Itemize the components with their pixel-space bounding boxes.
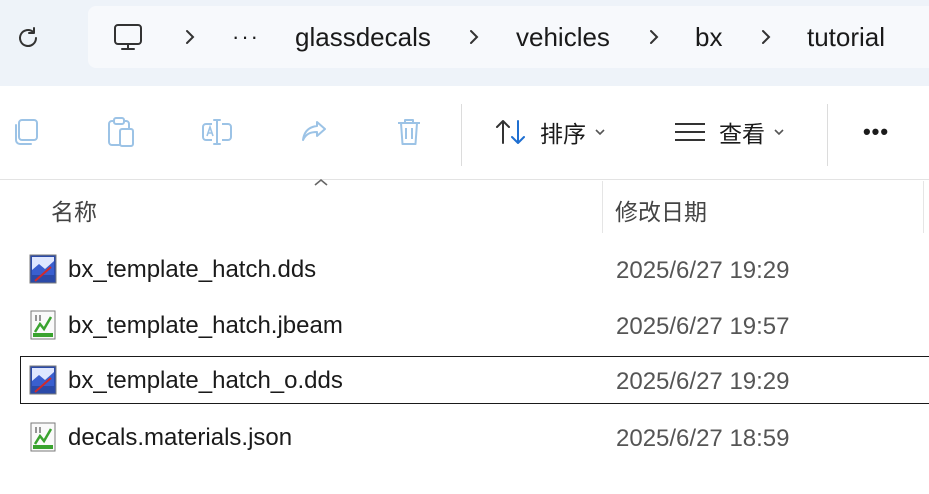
chevron-down-icon — [595, 129, 605, 136]
file-row[interactable]: bx_template_hatch.jbeam 2025/6/27 19:57 — [20, 301, 929, 349]
crumb-tutorial[interactable]: tutorial — [807, 6, 885, 68]
share-icon — [302, 121, 326, 141]
file-row[interactable]: decals.materials.json 2025/6/27 18:59 — [20, 413, 929, 461]
view-label: 查看 — [719, 122, 765, 148]
sort-menu[interactable]: 排序 — [494, 108, 606, 156]
crumb-glassdecals[interactable]: glassdecals — [295, 6, 431, 68]
rename-icon — [202, 119, 232, 145]
sort-ascending-icon — [314, 178, 328, 186]
breadcrumb[interactable]: ··· glassdecals vehicles bx tutorial — [88, 6, 929, 68]
more-options-button[interactable]: ••• — [852, 108, 900, 156]
sort-icon — [496, 120, 525, 144]
paste-icon — [108, 117, 134, 147]
file-date: 2025/6/27 18:59 — [616, 425, 790, 452]
view-menu[interactable]: 查看 — [673, 108, 785, 156]
view-list-icon — [675, 123, 705, 141]
address-region: ··· glassdecals vehicles bx tutorial — [0, 0, 929, 86]
file-name: bx_template_hatch.jbeam — [68, 312, 343, 339]
text-file-icon — [30, 422, 56, 452]
column-header: 名称 修改日期 — [0, 178, 929, 233]
file-name: decals.materials.json — [68, 424, 293, 451]
chevron-down-icon — [774, 129, 784, 136]
command-bar: 排序 查看 ••• — [0, 86, 929, 180]
column-divider[interactable] — [602, 181, 603, 233]
overflow-crumb[interactable]: ··· — [232, 6, 260, 68]
file-name: bx_template_hatch.dds — [68, 256, 317, 283]
refresh-button[interactable] — [10, 20, 46, 56]
chevron-right-icon[interactable] — [184, 6, 196, 68]
text-file-icon — [30, 310, 56, 340]
trash-icon — [398, 119, 420, 145]
file-date: 2025/6/27 19:29 — [616, 368, 790, 395]
chevron-right-icon[interactable] — [648, 6, 660, 68]
column-date-header[interactable]: 修改日期 — [615, 193, 707, 227]
copy-icon — [15, 119, 38, 145]
toolbar-divider — [827, 104, 828, 166]
share-button[interactable] — [290, 108, 338, 156]
dds-file-icon — [29, 254, 57, 284]
chevron-right-icon[interactable] — [468, 6, 480, 68]
file-name: bx_template_hatch_o.dds — [68, 367, 343, 394]
paste-button[interactable] — [97, 108, 145, 156]
delete-button[interactable] — [385, 108, 433, 156]
file-row[interactable]: bx_template_hatch.dds 2025/6/27 19:29 — [20, 245, 929, 293]
column-name-header[interactable]: 名称 — [51, 193, 97, 227]
file-row-selected[interactable]: bx_template_hatch_o.dds 2025/6/27 19:29 — [20, 356, 929, 404]
dds-file-icon — [29, 365, 57, 395]
column-divider[interactable] — [923, 181, 924, 233]
computer-icon — [114, 24, 142, 50]
chevron-right-icon[interactable] — [760, 6, 772, 68]
crumb-bx[interactable]: bx — [695, 6, 722, 68]
crumb-vehicles[interactable]: vehicles — [516, 6, 610, 68]
file-date: 2025/6/27 19:57 — [616, 313, 790, 340]
toolbar-divider — [461, 104, 462, 166]
computer-crumb[interactable] — [112, 6, 144, 68]
file-date: 2025/6/27 19:29 — [616, 257, 790, 284]
refresh-icon — [19, 27, 37, 47]
copy-button[interactable] — [2, 108, 50, 156]
rename-button[interactable] — [193, 108, 241, 156]
sort-label: 排序 — [540, 122, 586, 148]
